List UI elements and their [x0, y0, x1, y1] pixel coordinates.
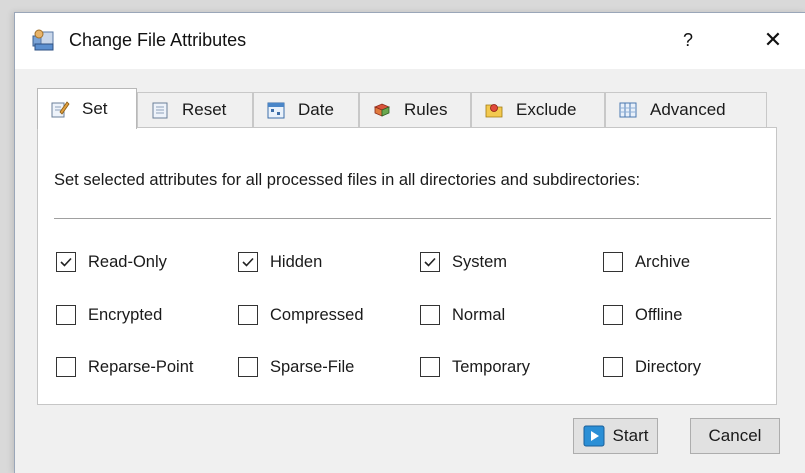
reset-icon — [150, 101, 170, 119]
checkbox-label: Hidden — [270, 252, 323, 271]
checkbox-box[interactable] — [56, 357, 76, 377]
title-bar[interactable]: Change File Attributes ? ✕ — [15, 13, 805, 69]
checkbox-offline[interactable]: Offline — [603, 303, 682, 327]
play-icon — [583, 425, 605, 447]
tab-advanced[interactable]: Advanced — [605, 92, 767, 127]
checkbox-encrypted[interactable]: Encrypted — [56, 303, 162, 327]
checkbox-label: Offline — [635, 305, 683, 324]
checkbox-box[interactable] — [238, 252, 258, 272]
start-button[interactable]: Start — [573, 418, 658, 454]
checkbox-label: Read-Only — [88, 252, 167, 271]
tab-exclude[interactable]: Exclude — [471, 92, 605, 127]
checkbox-box[interactable] — [420, 305, 440, 325]
checkbox-box[interactable] — [238, 305, 258, 325]
checkbox-read-only[interactable]: Read-Only — [56, 250, 167, 274]
tab-label: Date — [298, 100, 334, 119]
tab-label: Set — [82, 99, 108, 118]
dialog-window: Change File Attributes ? ✕ Set Reset Dat… — [14, 12, 805, 473]
tab-date[interactable]: Date — [253, 92, 359, 127]
checkbox-box[interactable] — [56, 252, 76, 272]
checkbox-temporary[interactable]: Temporary — [420, 355, 530, 379]
cancel-button[interactable]: Cancel — [690, 418, 780, 454]
checkbox-label: Reparse-Point — [88, 357, 194, 376]
help-button[interactable]: ? — [663, 23, 713, 57]
checkbox-reparse-point[interactable]: Reparse-Point — [56, 355, 193, 379]
tab-label: Reset — [182, 100, 227, 119]
checkbox-label: System — [452, 252, 508, 271]
checkbox-normal[interactable]: Normal — [420, 303, 505, 327]
checkbox-directory[interactable]: Directory — [603, 355, 701, 379]
checkbox-system[interactable]: System — [420, 250, 507, 274]
start-label: Start — [612, 426, 649, 445]
panel-description: Set selected attributes for all processe… — [54, 171, 641, 189]
checkbox-box[interactable] — [56, 305, 76, 325]
checkbox-sparse-file[interactable]: Sparse-File — [238, 355, 354, 379]
tab-label: Exclude — [516, 100, 577, 119]
checkbox-label: Temporary — [452, 357, 530, 376]
checkbox-box[interactable] — [603, 305, 623, 325]
tab-rules[interactable]: Rules — [359, 92, 471, 127]
tab-label: Advanced — [650, 100, 726, 119]
checkbox-label: Directory — [635, 357, 702, 376]
checkbox-label: Archive — [635, 252, 691, 271]
checkbox-compressed[interactable]: Compressed — [238, 303, 364, 327]
checkbox-archive[interactable]: Archive — [603, 250, 690, 274]
checkbox-label: Compressed — [270, 305, 364, 324]
advanced-icon — [618, 101, 638, 119]
checkbox-label: Normal — [452, 305, 506, 324]
tab-bar: Set Reset Date Rules Exclude Advanced — [37, 88, 777, 129]
tab-set[interactable]: Set — [37, 88, 137, 129]
checkbox-box[interactable] — [603, 252, 623, 272]
cancel-label: Cancel — [708, 426, 762, 445]
date-icon — [266, 101, 286, 119]
rules-icon — [372, 101, 392, 119]
checkbox-hidden[interactable]: Hidden — [238, 250, 322, 274]
checkbox-box[interactable] — [603, 357, 623, 377]
set-tab-panel: Set selected attributes for all processe… — [37, 127, 777, 405]
checkbox-label: Sparse-File — [270, 357, 355, 376]
exclude-icon — [484, 101, 504, 119]
app-icon — [31, 28, 57, 52]
tab-label: Rules — [404, 100, 448, 119]
close-button[interactable]: ✕ — [751, 23, 795, 57]
checkbox-box[interactable] — [238, 357, 258, 377]
checkbox-label: Encrypted — [88, 305, 163, 324]
checkbox-box[interactable] — [420, 357, 440, 377]
separator — [54, 218, 771, 219]
set-icon — [50, 100, 70, 118]
checkbox-box[interactable] — [420, 252, 440, 272]
tab-reset[interactable]: Reset — [137, 92, 253, 127]
window-title: Change File Attributes — [69, 30, 247, 50]
